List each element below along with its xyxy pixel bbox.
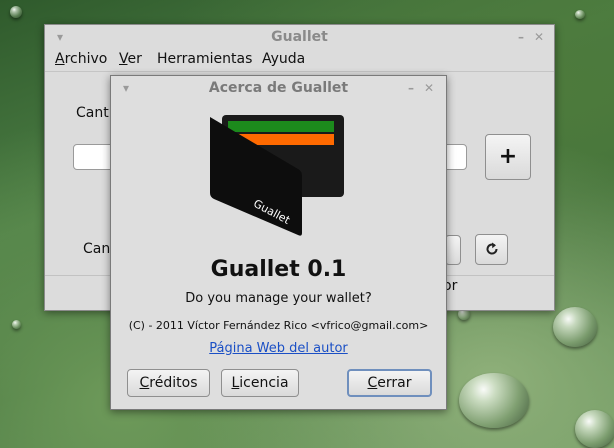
about-dialog: Acerca de Guallet ▾ – ✕ Guallet Guallet … bbox=[110, 75, 447, 410]
license-button[interactable]: Licencia bbox=[221, 369, 299, 397]
main-window-title: Guallet bbox=[271, 29, 328, 45]
desktop-background: Guallet ▾ – ✕ Archivo Ver Herramientas A… bbox=[0, 0, 614, 448]
menu-herramientas[interactable]: Herramientas bbox=[157, 51, 252, 67]
partial-button[interactable] bbox=[445, 235, 461, 265]
menu-ayuda[interactable]: Ayuda bbox=[262, 51, 305, 67]
menu-ver[interactable]: Ver bbox=[119, 51, 142, 67]
refresh-icon bbox=[484, 240, 500, 262]
window-menu-icon[interactable]: ▾ bbox=[123, 76, 129, 100]
water-drop bbox=[459, 373, 529, 428]
water-drop bbox=[553, 307, 597, 347]
about-title: Acerca de Guallet bbox=[208, 80, 349, 96]
close-button[interactable]: Cerrar bbox=[347, 369, 432, 397]
app-name: Guallet 0.1 bbox=[210, 257, 347, 282]
water-drop bbox=[10, 6, 22, 18]
quantity-input-left[interactable] bbox=[73, 144, 115, 170]
quantity-label: Canti bbox=[76, 105, 113, 121]
reset-button[interactable] bbox=[475, 234, 508, 265]
main-window-titlebar[interactable]: Guallet bbox=[45, 25, 554, 49]
about-titlebar[interactable]: Acerca de Guallet bbox=[111, 76, 446, 100]
app-comment: Do you manage your wallet? bbox=[185, 291, 372, 306]
credits-button[interactable]: Créditos bbox=[127, 369, 210, 397]
water-drop bbox=[12, 320, 21, 329]
minimize-icon[interactable]: – bbox=[518, 25, 524, 49]
water-drop bbox=[575, 10, 585, 19]
close-icon[interactable]: ✕ bbox=[424, 76, 434, 100]
menu-archivo[interactable]: Archivo bbox=[55, 51, 107, 67]
guallet-logo: Guallet bbox=[208, 111, 348, 241]
website-link[interactable]: Página Web del autor bbox=[111, 341, 446, 356]
menubar: Archivo Ver Herramientas Ayuda bbox=[45, 49, 554, 72]
copyright: (C) - 2011 Víctor Fernández Rico <vfrico… bbox=[128, 319, 429, 332]
water-drop bbox=[575, 410, 614, 448]
close-icon[interactable]: ✕ bbox=[534, 25, 544, 49]
minimize-icon[interactable]: – bbox=[408, 76, 414, 100]
window-menu-icon[interactable]: ▾ bbox=[57, 25, 63, 49]
add-button[interactable]: + bbox=[485, 134, 531, 180]
